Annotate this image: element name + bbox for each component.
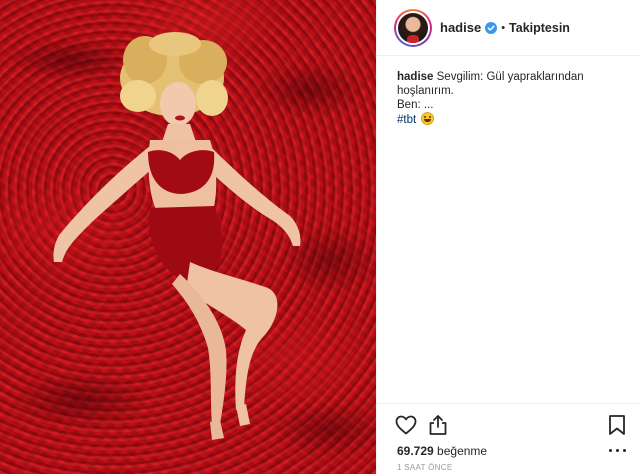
header-username[interactable]: hadise xyxy=(440,20,481,35)
avatar-frame xyxy=(396,10,430,45)
post-side-panel: hadise • Takiptesin hadise Sevgilim: Gül… xyxy=(376,0,640,474)
post-caption: hadise Sevgilim: Gül yapraklarından hoşl… xyxy=(397,70,617,127)
likes-label: beğenme xyxy=(437,444,488,458)
laughing-emoji-icon xyxy=(421,112,435,125)
woman-figure-illustration xyxy=(53,32,301,440)
avatar-story-ring[interactable] xyxy=(394,8,432,47)
post-header: hadise • Takiptesin xyxy=(377,0,640,56)
likes-number: 69.729 xyxy=(397,444,434,458)
caption-text-line2: Ben: ... xyxy=(397,99,434,111)
post-actions-bar: 69.729 beğenme 1 SAAT ÖNCE xyxy=(377,403,640,474)
caption-hashtag[interactable]: #tbt xyxy=(397,114,416,126)
verified-badge-icon xyxy=(485,21,498,34)
avatar[interactable] xyxy=(398,12,428,43)
bookmark-icon[interactable] xyxy=(605,413,629,437)
share-icon[interactable] xyxy=(426,413,450,437)
heart-icon[interactable] xyxy=(394,413,418,437)
more-dots-icon[interactable] xyxy=(609,448,627,454)
likes-count[interactable]: 69.729 beğenme xyxy=(397,444,487,458)
post-photo[interactable] xyxy=(0,0,376,474)
post-timestamp[interactable]: 1 SAAT ÖNCE xyxy=(397,463,452,472)
caption-username[interactable]: hadise xyxy=(397,71,433,83)
following-button[interactable]: Takiptesin xyxy=(509,21,570,35)
header-separator: • xyxy=(501,21,506,34)
